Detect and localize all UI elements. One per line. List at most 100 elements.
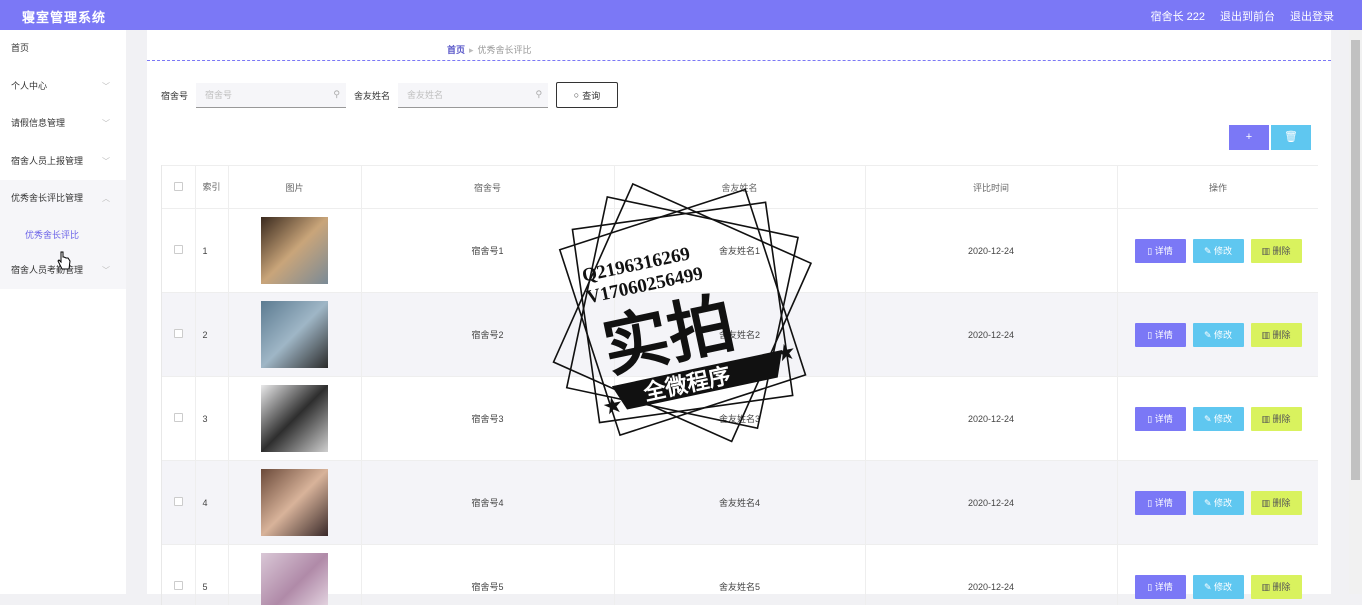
table-row[interactable]: 1 宿舍号1 舍友姓名1 2020-12-24 ▯ 详情 ✎ 修改 ▥ 删除 [162, 209, 1318, 293]
document-icon: ▯ [1147, 330, 1152, 340]
document-icon: ▯ [1147, 498, 1152, 508]
delete-button-label: 删除 [1273, 414, 1291, 424]
select-all-checkbox[interactable] [174, 182, 183, 191]
row-photo-cell [228, 461, 361, 545]
app-title: 寝室管理系统 [22, 7, 106, 26]
trash-icon: ▥ [1261, 498, 1270, 508]
row-photo-cell [228, 209, 361, 293]
breadcrumb-home[interactable]: 首页 [447, 45, 465, 55]
row-photo [261, 469, 328, 536]
edit-button-label: 修改 [1214, 414, 1232, 424]
table-row[interactable]: 2 宿舍号2 舍友姓名2 2020-12-24 ▯ 详情 ✎ 修改 ▥ 删除 [162, 293, 1318, 377]
delete-button[interactable]: ▥ 删除 [1251, 239, 1302, 263]
row-index: 5 [195, 545, 228, 605]
row-index: 4 [195, 461, 228, 545]
table-row[interactable]: 3 宿舍号3 舍友姓名3 2020-12-24 ▯ 详情 ✎ 修改 ▥ 删除 [162, 377, 1318, 461]
logout-link[interactable]: 退出登录 [1290, 8, 1334, 24]
pencil-icon: ✎ [1204, 582, 1212, 592]
sidebar-subitem-excellent[interactable]: 优秀舍长评比 [0, 218, 126, 252]
row-dorm: 宿舍号4 [361, 461, 614, 545]
edit-button-label: 修改 [1214, 330, 1232, 340]
scrollbar-thumb[interactable] [1351, 40, 1360, 480]
photo-header: 图片 [228, 166, 361, 209]
page-scrollbar[interactable] [1349, 30, 1362, 594]
index-header: 索引 [195, 166, 228, 209]
pencil-icon: ✎ [1204, 498, 1212, 508]
row-checkbox[interactable] [174, 329, 183, 338]
detail-button[interactable]: ▯ 详情 [1135, 407, 1186, 431]
row-index: 3 [195, 377, 228, 461]
trash-icon: ▥ [1261, 414, 1270, 424]
detail-button[interactable]: ▯ 详情 [1135, 239, 1186, 263]
batch-delete-button[interactable]: 🗑 [1271, 125, 1311, 150]
sidebar-item-label: 个人中心 [11, 81, 47, 91]
sidebar-item-label: 优秀舍长评比管理 [11, 193, 83, 203]
row-select-cell [162, 377, 195, 461]
pencil-icon: ✎ [1204, 414, 1212, 424]
sidebar-item-leave[interactable]: 请假信息管理﹀ [0, 105, 126, 143]
sidebar-item-label: 宿舍人员上报管理 [11, 156, 83, 166]
sidebar-item-label: 宿舍人员考勤管理 [11, 265, 83, 275]
data-table: 索引 图片 宿舍号 舍友姓名 评比时间 操作 1 宿舍号1 舍友姓名1 2020… [161, 165, 1318, 605]
sidebar: 首页 个人中心﹀ 请假信息管理﹀ 宿舍人员上报管理﹀ 优秀舍长评比管理 ︿ 优秀舍… [0, 30, 126, 594]
delete-button[interactable]: ▥ 删除 [1251, 323, 1302, 347]
row-roommate: 舍友姓名5 [614, 545, 865, 605]
row-index: 2 [195, 293, 228, 377]
detail-button-label: 详情 [1155, 246, 1173, 256]
row-dorm: 宿舍号5 [361, 545, 614, 605]
main-panel: 首页▸优秀舍长评比 宿舍号 ⚲ 舍友姓名 ⚲ ○查询 + 🗑 索 [147, 30, 1331, 594]
delete-button[interactable]: ▥ 删除 [1251, 575, 1302, 599]
row-photo [261, 301, 328, 368]
detail-button[interactable]: ▯ 详情 [1135, 323, 1186, 347]
row-checkbox[interactable] [174, 245, 183, 254]
add-button[interactable]: + [1229, 125, 1269, 150]
row-checkbox[interactable] [174, 413, 183, 422]
roommate-search-input[interactable] [398, 83, 548, 107]
edit-button[interactable]: ✎ 修改 [1193, 407, 1244, 431]
edit-button[interactable]: ✎ 修改 [1193, 575, 1244, 599]
sidebar-item-home[interactable]: 首页 [0, 30, 126, 68]
table-row[interactable]: 4 宿舍号4 舍友姓名4 2020-12-24 ▯ 详情 ✎ 修改 ▥ 删除 [162, 461, 1318, 545]
row-checkbox[interactable] [174, 581, 183, 590]
edit-button[interactable]: ✎ 修改 [1193, 323, 1244, 347]
dorm-label: 宿舍号 [161, 89, 188, 102]
breadcrumb-current: 优秀舍长评比 [478, 45, 532, 55]
edit-button-label: 修改 [1214, 582, 1232, 592]
row-time: 2020-12-24 [865, 545, 1117, 605]
row-ops: ▯ 详情 ✎ 修改 ▥ 删除 [1117, 377, 1318, 461]
to-front-link[interactable]: 退出到前台 [1220, 8, 1275, 24]
roommate-search-field[interactable]: ⚲ [398, 83, 548, 108]
sidebar-item-excellent[interactable]: 优秀舍长评比管理 ︿ [0, 180, 126, 218]
search-bar: 宿舍号 ⚲ 舍友姓名 ⚲ ○查询 [161, 82, 618, 108]
chevron-up-icon: ︿ [102, 180, 110, 218]
row-ops: ▯ 详情 ✎ 修改 ▥ 删除 [1117, 461, 1318, 545]
row-roommate: 舍友姓名2 [614, 293, 865, 377]
table-row[interactable]: 5 宿舍号5 舍友姓名5 2020-12-24 ▯ 详情 ✎ 修改 ▥ 删除 [162, 545, 1318, 605]
delete-button-label: 删除 [1273, 498, 1291, 508]
delete-button-label: 删除 [1273, 330, 1291, 340]
sidebar-item-label: 首页 [11, 43, 29, 53]
sidebar-item-report[interactable]: 宿舍人员上报管理﹀ [0, 143, 126, 181]
dorm-search-field[interactable]: ⚲ [196, 83, 346, 108]
query-button[interactable]: ○查询 [556, 82, 618, 108]
top-nav: 宿舍长 222 退出到前台 退出登录 [1151, 8, 1334, 24]
row-checkbox[interactable] [174, 497, 183, 506]
hand-cursor-icon [57, 251, 71, 271]
delete-button[interactable]: ▥ 删除 [1251, 407, 1302, 431]
edit-button[interactable]: ✎ 修改 [1193, 239, 1244, 263]
detail-button[interactable]: ▯ 详情 [1135, 575, 1186, 599]
content-gutter [126, 30, 147, 594]
detail-button[interactable]: ▯ 详情 [1135, 491, 1186, 515]
table-actions: + 🗑 [1229, 125, 1311, 150]
row-ops: ▯ 详情 ✎ 修改 ▥ 删除 [1117, 209, 1318, 293]
row-time: 2020-12-24 [865, 461, 1117, 545]
trash-icon: ▥ [1261, 246, 1270, 256]
dorm-search-input[interactable] [196, 83, 346, 107]
time-header: 评比时间 [865, 166, 1117, 209]
select-all-header [162, 166, 195, 209]
delete-button[interactable]: ▥ 删除 [1251, 491, 1302, 515]
roommate-label: 舍友姓名 [354, 89, 390, 102]
row-photo-cell [228, 545, 361, 605]
sidebar-item-profile[interactable]: 个人中心﹀ [0, 68, 126, 106]
edit-button[interactable]: ✎ 修改 [1193, 491, 1244, 515]
